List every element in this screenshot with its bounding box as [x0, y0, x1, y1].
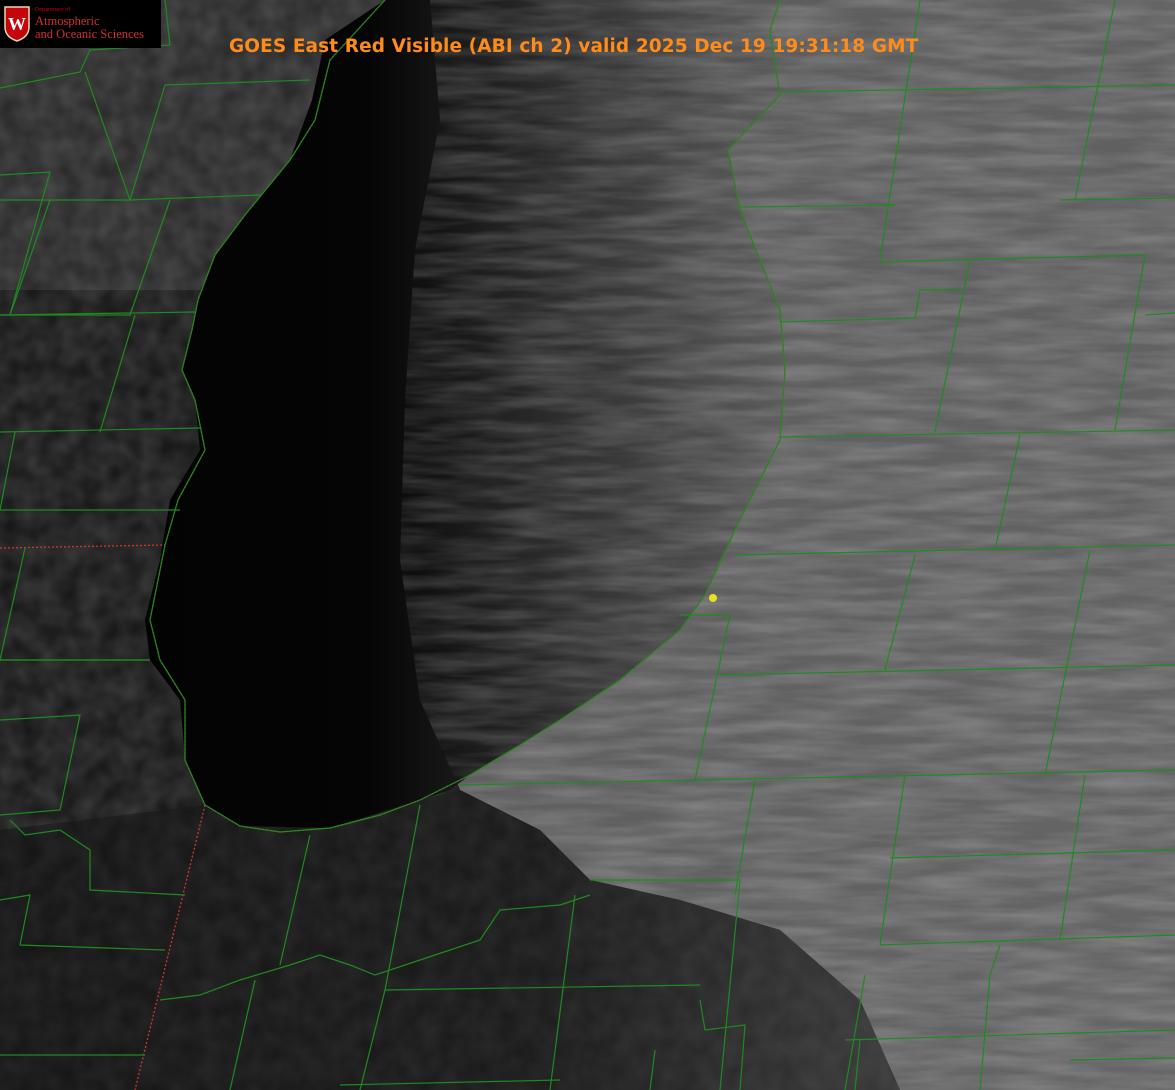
logo-line-1: Atmospheric — [35, 14, 100, 29]
svg-text:W: W — [8, 14, 26, 34]
satellite-imagery — [0, 0, 1175, 1090]
department-logo: W Department of Atmospheric and Oceanic … — [0, 0, 161, 48]
location-marker — [709, 594, 717, 602]
logo-text: Department of Atmospheric and Oceanic Sc… — [35, 6, 144, 41]
logo-line-2: and Oceanic Sciences — [35, 26, 144, 41]
image-title: GOES East Red Visible (ABI ch 2) valid 2… — [229, 36, 919, 57]
satellite-image-panel: W Department of Atmospheric and Oceanic … — [0, 0, 1175, 1090]
logo-department: Department of — [35, 6, 70, 13]
crest-icon: W — [4, 6, 30, 42]
